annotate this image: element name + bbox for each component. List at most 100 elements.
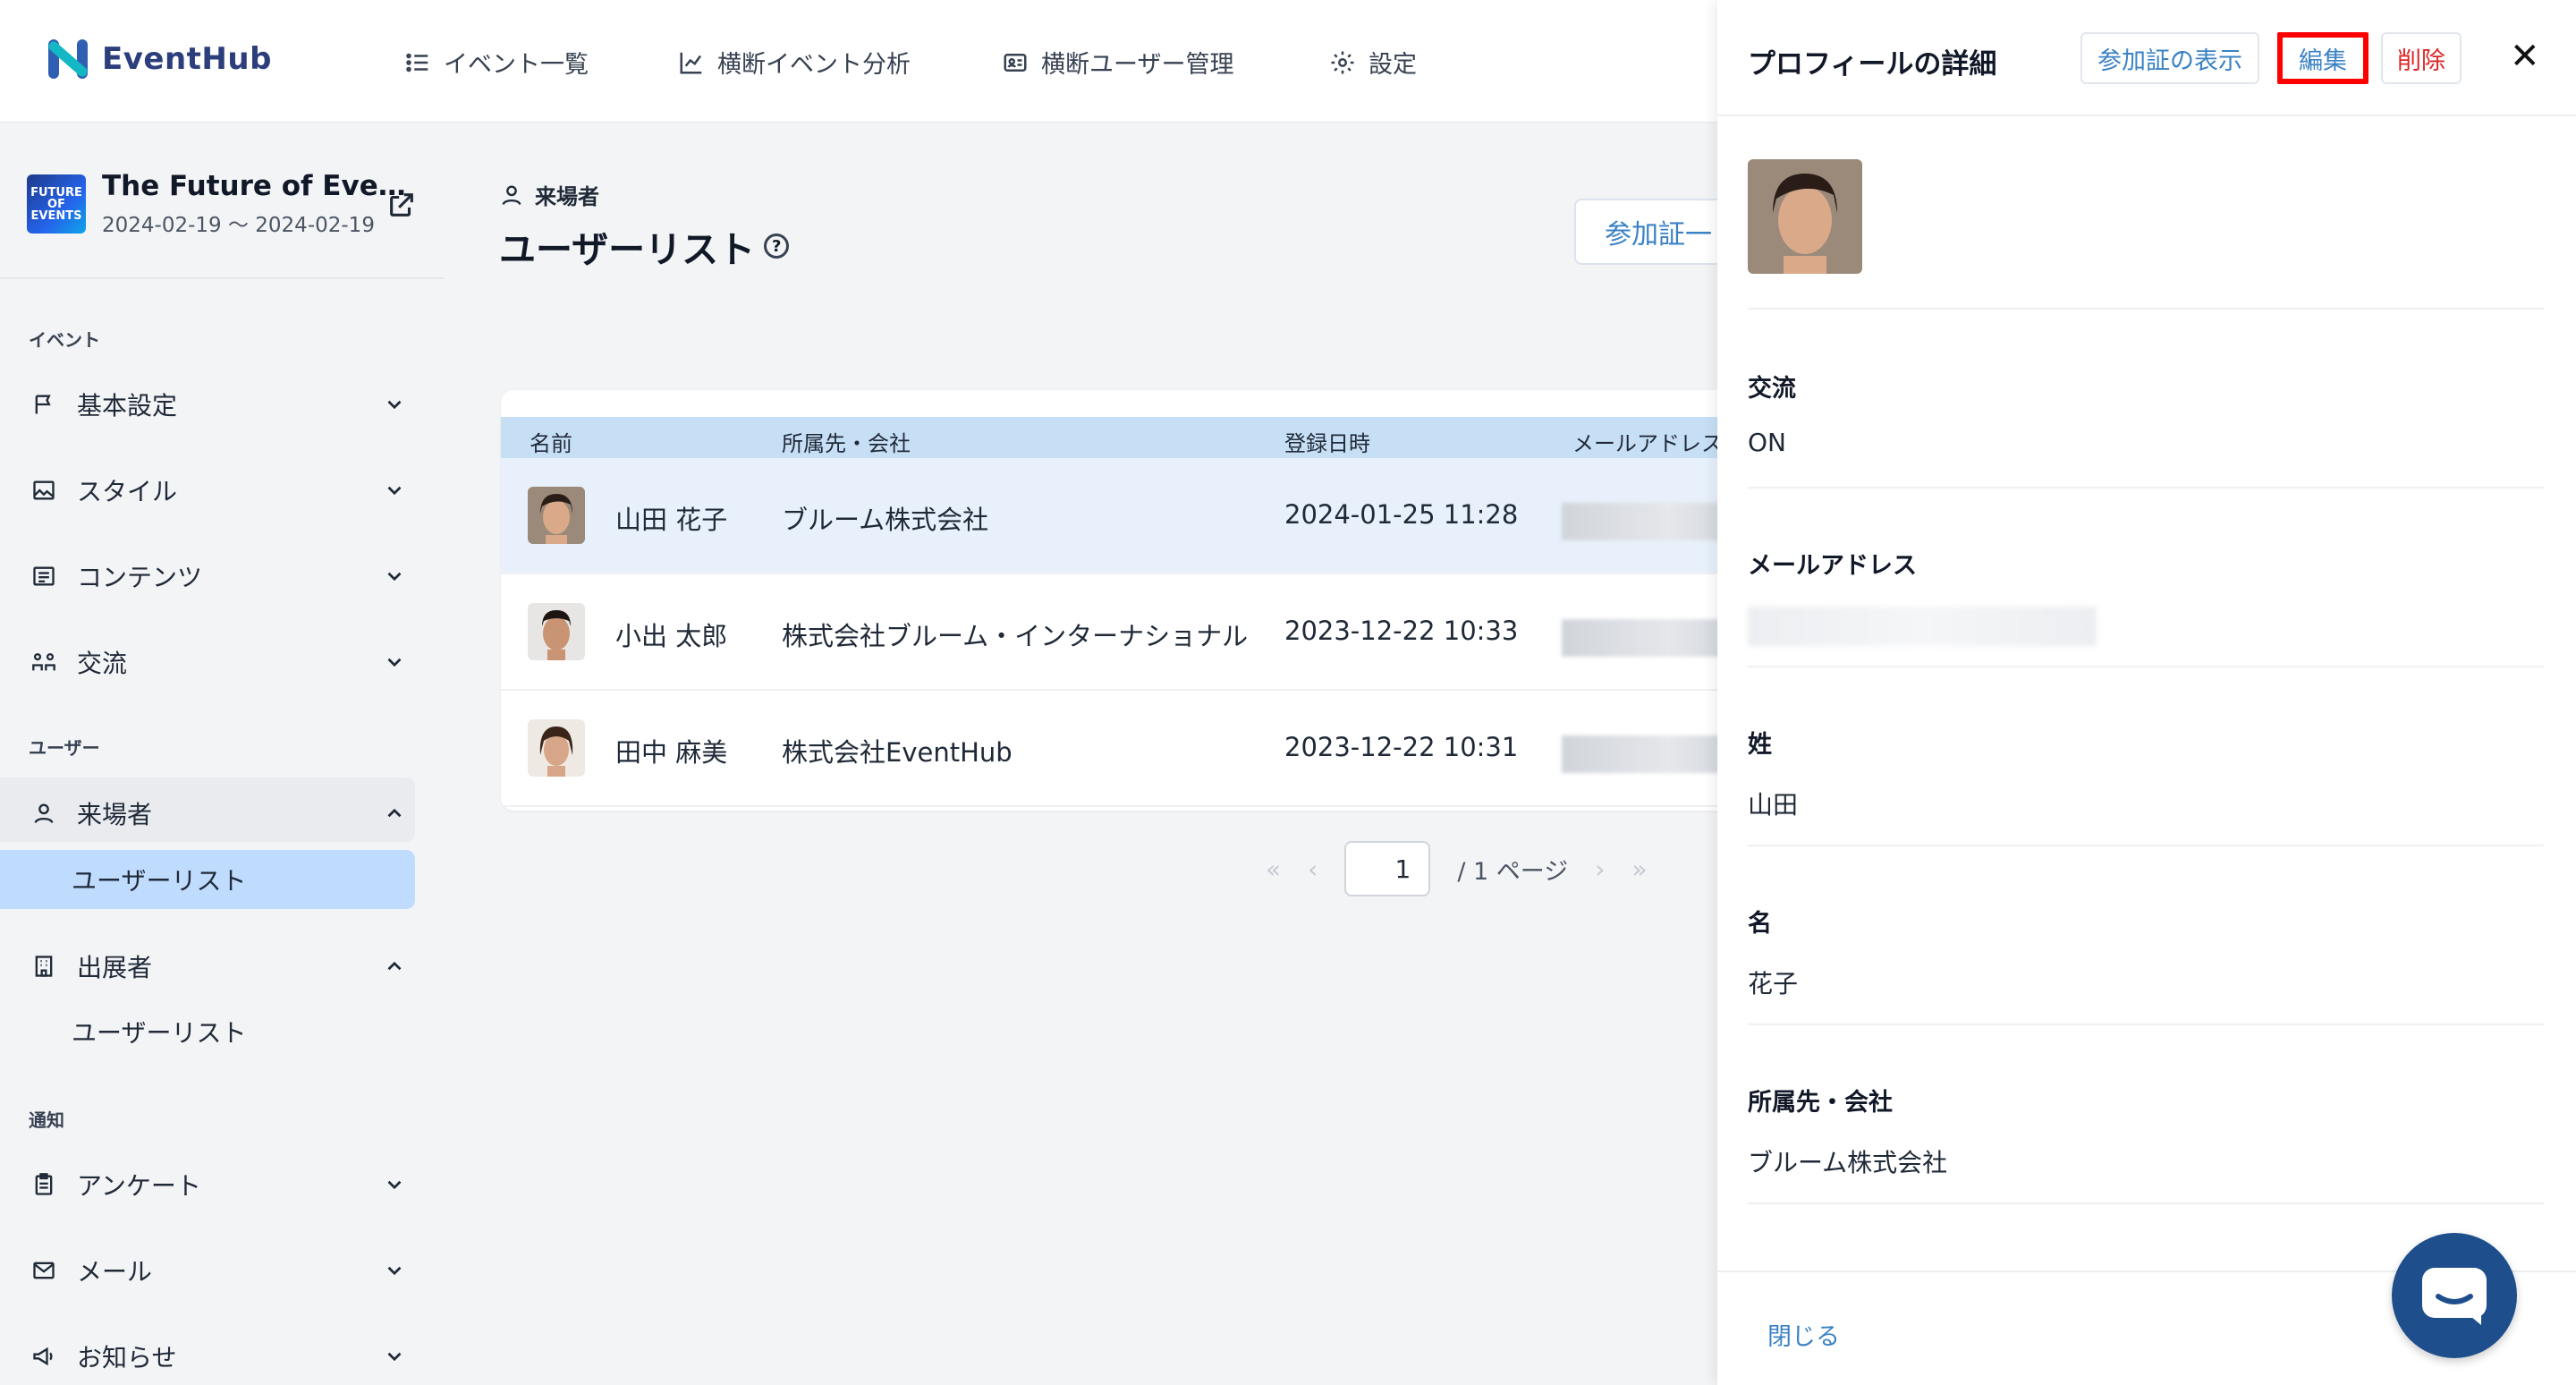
sidebar-item-exchange[interactable]: 交流	[30, 644, 406, 680]
breadcrumb-label: 来場者	[535, 184, 599, 209]
event-dates: 2024-02-19 〜 2024-02-19	[102, 214, 375, 237]
sidebar-item-visitors[interactable]: 来場者	[30, 795, 406, 831]
chat-widget-button[interactable]	[2392, 1233, 2517, 1358]
chevron-down-icon	[387, 572, 402, 582]
breadcrumb: 来場者	[499, 179, 599, 210]
chevron-down-icon	[387, 486, 402, 496]
sidebar-subitem-exhibitor-userlist[interactable]: ユーザーリスト	[0, 1002, 415, 1061]
user-table: 名前 所属先・会社 登録日時 メールアドレス 山田 花子 ブルーム株式会社 20…	[501, 390, 1825, 811]
sidebar-item-label: お知らせ	[77, 1343, 177, 1372]
flag-icon	[30, 391, 57, 418]
nav-settings-label: 設定	[1368, 51, 1417, 79]
close-link[interactable]: 閉じる	[1767, 1317, 1840, 1352]
cell-name: 小出 太郎	[615, 621, 728, 651]
chevron-up-icon	[387, 808, 402, 818]
field-exchange: 交流 ON	[1748, 308, 2544, 487]
id-card-icon	[1004, 53, 1027, 72]
close-icon[interactable]: ✕	[2510, 36, 2540, 77]
nav-event-list-label: イベント一覧	[444, 51, 589, 79]
field-value: 山田	[1748, 790, 1799, 820]
field-label: 所属先・会社	[1748, 1089, 1893, 1117]
event-thumbnail: FUTURE OF EVENTS	[27, 174, 86, 234]
help-icon[interactable]: ?	[764, 234, 790, 259]
cell-email-blurred	[1562, 503, 1741, 540]
list-box-icon	[30, 563, 57, 590]
mail-icon	[30, 1257, 57, 1284]
nav-settings[interactable]: 設定	[1329, 45, 1417, 80]
last-page-icon[interactable]: »	[1631, 854, 1647, 884]
field-label: 姓	[1748, 731, 1772, 759]
people-exchange-icon	[30, 649, 57, 676]
drawer-title: プロフィールの詳細	[1748, 48, 1997, 81]
user-icon	[502, 185, 521, 205]
table-row[interactable]: 田中 麻美 株式会社EventHub 2023-12-22 10:31	[501, 691, 1825, 807]
delete-button[interactable]: 削除	[2381, 32, 2462, 84]
drawer-header: プロフィールの詳細 参加証の表示 編集 削除 ✕	[1717, 0, 2576, 116]
event-title: The Future of Eve…	[102, 170, 406, 202]
cell-email-blurred	[1562, 735, 1741, 773]
app-logo[interactable]: EventHub	[47, 36, 272, 82]
table-row[interactable]: 山田 花子 ブルーム株式会社 2024-01-25 11:28	[501, 458, 1825, 574]
field-label: 名	[1748, 910, 1772, 938]
sidebar-item-label: 来場者	[77, 800, 153, 829]
sidebar-item-label: コンテンツ	[77, 563, 203, 592]
field-label: メールアドレス	[1748, 552, 1917, 580]
section-label-event: イベント	[29, 329, 100, 351]
nav-cross-event-analysis[interactable]: 横断イベント分析	[678, 45, 911, 80]
gear-icon	[1331, 51, 1354, 73]
field-value: ブルーム株式会社	[1748, 1148, 1948, 1177]
eventhub-logo-icon	[47, 36, 89, 82]
field-value: ON	[1748, 428, 1786, 457]
sidebar-item-contents[interactable]: コンテンツ	[30, 558, 406, 594]
sidebar-item-mail[interactable]: メール	[30, 1253, 406, 1288]
sidebar-item-exhibitors[interactable]: 出展者	[30, 948, 406, 984]
sidebar-item-label: 出展者	[77, 953, 153, 982]
sidebar-item-survey[interactable]: アンケート	[30, 1167, 406, 1202]
nav-cross-user-management-label: 横断ユーザー管理	[1041, 51, 1234, 79]
nav-cross-event-analysis-label: 横断イベント分析	[717, 51, 911, 79]
field-company: 所属先・会社 ブルーム株式会社	[1748, 1024, 2544, 1202]
field-first-name: 名 花子	[1748, 845, 2544, 1024]
field-value: 花子	[1748, 969, 1799, 998]
show-pass-button[interactable]: 参加証の表示	[2080, 32, 2259, 84]
sidebar-item-news[interactable]: お知らせ	[30, 1338, 406, 1374]
avatar	[528, 603, 585, 660]
cell-company: 株式会社EventHub	[782, 737, 1013, 768]
edit-button[interactable]: 編集	[2277, 32, 2368, 84]
megaphone-icon	[30, 1343, 57, 1370]
section-label-notify: 通知	[29, 1109, 64, 1131]
chevron-down-icon	[387, 400, 402, 410]
next-page-icon[interactable]: ›	[1595, 854, 1605, 884]
nav-cross-user-management[interactable]: 横断ユーザー管理	[1002, 45, 1233, 80]
clipboard-icon	[30, 1171, 57, 1198]
sidebar-subitem-visitor-userlist[interactable]: ユーザーリスト	[0, 850, 415, 909]
sidebar-item-label: 基本設定	[77, 391, 178, 421]
column-header-company[interactable]: 所属先・会社	[782, 426, 911, 457]
column-header-email[interactable]: メールアドレス	[1572, 426, 1723, 457]
profile-photo	[1748, 159, 1862, 274]
sidebar-item-basic-settings[interactable]: 基本設定	[30, 387, 406, 422]
page-total: / 1 ページ	[1457, 857, 1569, 886]
sidebar-item-label: スタイル	[77, 477, 178, 506]
column-header-registered[interactable]: 登録日時	[1284, 426, 1370, 457]
nav-event-list[interactable]: イベント一覧	[404, 45, 589, 80]
cell-name: 山田 花子	[615, 505, 728, 535]
chevron-down-icon	[387, 1352, 402, 1362]
sidebar-item-label: 交流	[77, 649, 128, 678]
section-label-user: ユーザー	[29, 737, 100, 759]
external-link-icon[interactable]	[386, 190, 417, 220]
event-card: FUTURE OF EVENTS The Future of Eve… 2024…	[27, 170, 406, 238]
field-last-name: 姓 山田	[1748, 666, 2544, 845]
prev-page-icon[interactable]: ‹	[1308, 854, 1318, 884]
page-number-input[interactable]: 1	[1344, 841, 1431, 896]
first-page-icon[interactable]: «	[1266, 854, 1281, 884]
sidebar-item-label: メール	[77, 1257, 153, 1287]
avatar	[528, 487, 585, 544]
building-icon	[30, 953, 57, 980]
cell-registered: 2024-01-25 11:28	[1284, 499, 1519, 530]
table-row[interactable]: 小出 太郎 株式会社ブルーム・インターナショナル 2023-12-22 10:3…	[501, 574, 1825, 691]
column-header-name[interactable]: 名前	[530, 426, 572, 457]
sidebar-item-style[interactable]: スタイル	[30, 472, 406, 508]
profile-drawer: プロフィールの詳細 参加証の表示 編集 削除 ✕ 交流 ON メールアドレス 姓…	[1717, 0, 2576, 1385]
sidebar-item-label: アンケート	[77, 1171, 201, 1201]
